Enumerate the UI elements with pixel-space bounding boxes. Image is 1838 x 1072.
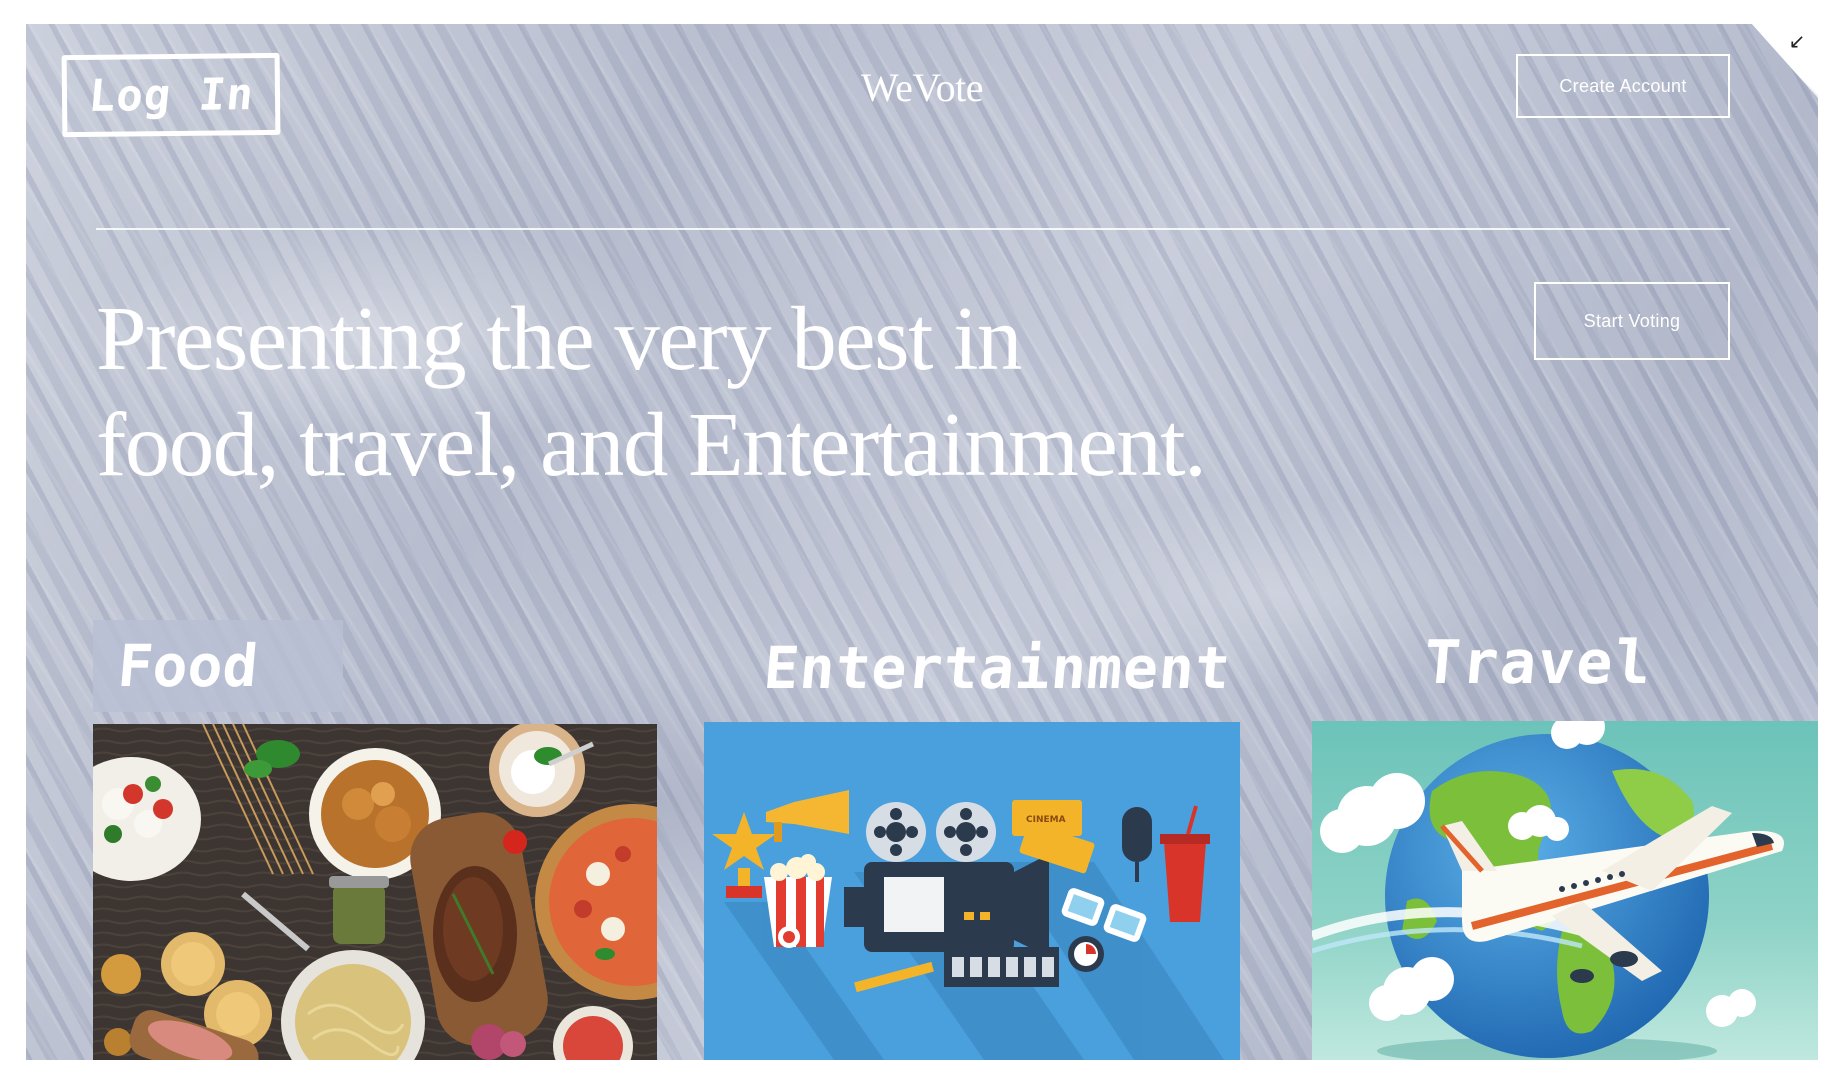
hero-headline: Presenting the very best in food, travel…	[96, 286, 1246, 498]
collapse-arrow-icon[interactable]: ↙	[1786, 30, 1808, 52]
food-image[interactable]	[93, 724, 657, 1060]
start-voting-button[interactable]: Start Voting	[1534, 282, 1730, 360]
entertainment-icons-illustration: CINEMA	[704, 722, 1240, 1060]
category-label-travel[interactable]: Travel	[1421, 628, 1656, 698]
svg-text:CINEMA: CINEMA	[1026, 815, 1066, 825]
landing-page-panel: Log In WeVote Create Account Presenting …	[26, 24, 1818, 1060]
category-label-entertainment[interactable]: Entertainment	[761, 634, 1234, 702]
entertainment-image[interactable]: CINEMA	[704, 722, 1240, 1060]
globe-airplane-illustration	[1312, 721, 1784, 1060]
header-divider	[96, 228, 1730, 230]
travel-image[interactable]	[1312, 721, 1818, 1060]
create-account-button[interactable]: Create Account	[1516, 54, 1730, 118]
hero-headline-line-1: Presenting the very best in	[96, 288, 1022, 389]
category-label-food[interactable]: Food	[115, 632, 261, 700]
food-spread-illustration	[93, 724, 657, 1060]
hero-headline-line-2: food, travel, and Entertainment.	[96, 394, 1207, 495]
